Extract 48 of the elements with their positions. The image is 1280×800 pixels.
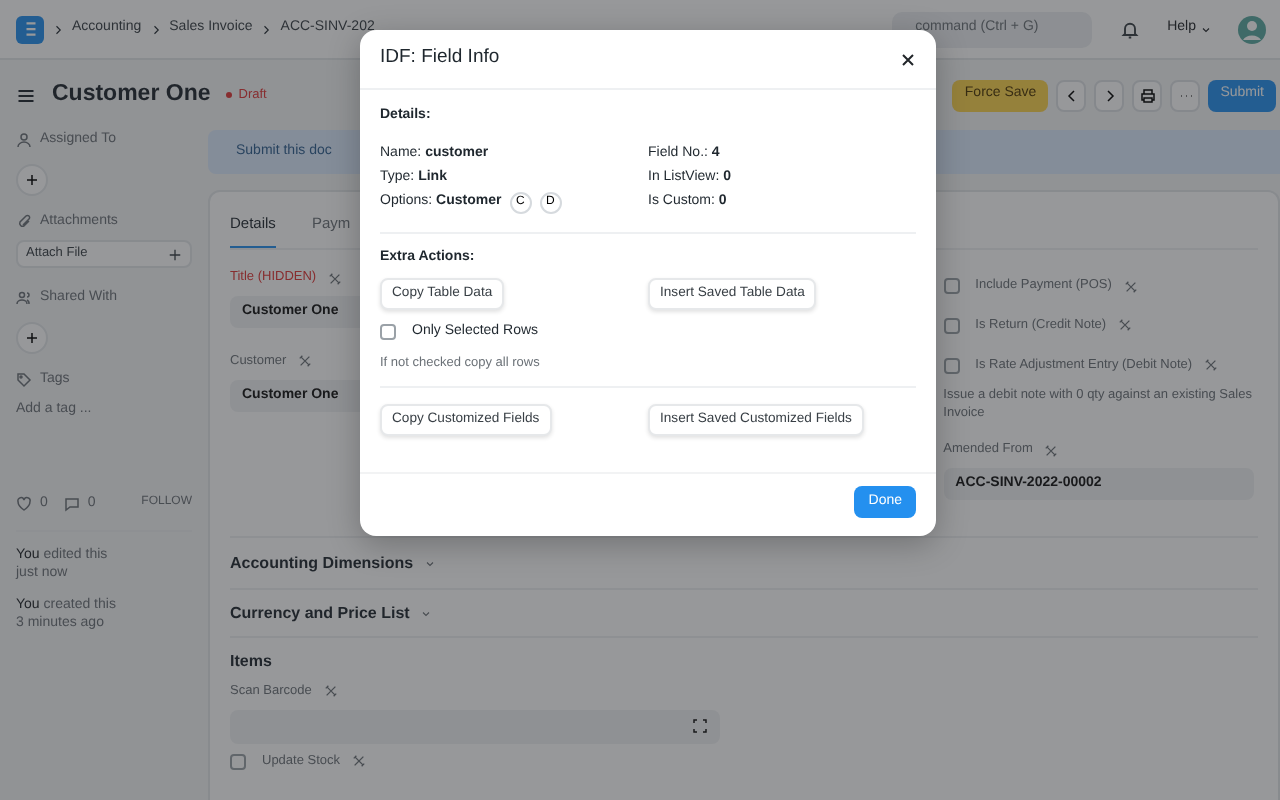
comment-icon	[63, 495, 80, 512]
checkbox[interactable]	[380, 324, 396, 341]
checkbox[interactable]	[943, 278, 960, 295]
tools-icon	[1118, 318, 1133, 333]
chevron-right-icon	[52, 23, 64, 35]
checkbox[interactable]	[230, 753, 246, 770]
tools-icon	[352, 754, 367, 769]
add-share-button[interactable]	[16, 321, 48, 353]
bell-icon[interactable]	[1119, 19, 1140, 39]
printer-icon	[1139, 87, 1156, 103]
chevron-down-icon[interactable]	[419, 608, 432, 621]
add-assignee-button[interactable]	[16, 163, 48, 195]
section-title[interactable]: Currency and Price List	[230, 602, 410, 627]
avatar-icon[interactable]	[1236, 13, 1268, 45]
chevron-down-icon[interactable]	[423, 558, 436, 571]
print-button[interactable]	[1132, 79, 1163, 111]
logo-icon[interactable]	[16, 15, 44, 43]
menu-icon[interactable]	[16, 85, 36, 105]
chevron-left-icon	[1063, 87, 1080, 103]
tools-icon	[298, 354, 313, 369]
tools-icon	[1204, 358, 1219, 373]
chevron-right-icon	[1101, 87, 1118, 103]
previous-button[interactable]	[1056, 79, 1087, 111]
modal-title: IDF: Field Info	[380, 44, 500, 73]
next-button[interactable]	[1094, 79, 1125, 111]
chevron-right-icon	[149, 23, 162, 35]
tools-icon	[328, 271, 343, 286]
plus-icon	[24, 329, 40, 345]
caret-icon	[1200, 23, 1212, 35]
plus-icon	[168, 247, 182, 261]
input-field[interactable]	[230, 709, 720, 744]
chevron-right-icon	[260, 23, 273, 35]
section-title: Items	[230, 650, 272, 675]
scan-icon	[692, 718, 708, 735]
users-icon	[16, 290, 32, 307]
user-icon	[16, 132, 32, 149]
tools-icon	[1123, 279, 1138, 294]
plus-icon	[24, 171, 40, 187]
tools-icon	[1044, 443, 1059, 458]
tag-icon	[16, 371, 32, 388]
checkbox[interactable]	[943, 317, 960, 334]
heart-icon[interactable]	[16, 495, 32, 512]
page-title: Customer One	[52, 79, 211, 110]
close-button[interactable]	[900, 51, 916, 67]
checkbox[interactable]	[943, 357, 960, 374]
paperclip-icon	[16, 213, 32, 230]
section-title[interactable]: Accounting Dimensions	[230, 552, 414, 577]
tools-icon	[323, 684, 338, 699]
